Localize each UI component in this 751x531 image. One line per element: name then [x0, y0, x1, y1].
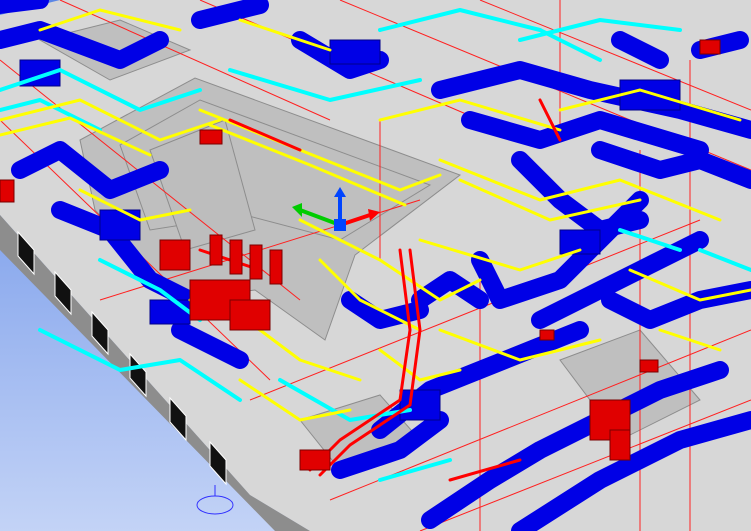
equipment-block[interactable] [699, 39, 721, 55]
equipment-block[interactable] [249, 244, 263, 280]
equipment-block[interactable] [209, 234, 223, 266]
hvac-duct[interactable] [0, 0, 49, 14]
equipment-block[interactable] [299, 449, 331, 471]
hvac-duct-section[interactable] [149, 299, 191, 325]
hvac-duct-section[interactable] [329, 39, 381, 65]
equipment-block[interactable] [539, 329, 555, 341]
hvac-duct-section[interactable] [619, 79, 681, 111]
hvac-duct-section[interactable] [399, 389, 441, 421]
equipment-block[interactable] [269, 249, 283, 285]
gizmo-center-handle[interactable] [334, 219, 346, 231]
hvac-duct-section[interactable] [99, 209, 141, 241]
equipment-block[interactable] [159, 239, 191, 271]
equipment-block[interactable] [199, 129, 223, 145]
3d-model-viewport[interactable] [0, 0, 751, 531]
equipment-block[interactable] [609, 429, 631, 461]
equipment-block[interactable] [229, 239, 243, 275]
equipment-block[interactable] [0, 179, 15, 203]
equipment-block[interactable] [229, 299, 271, 331]
mep-model-scene[interactable] [0, 0, 751, 531]
equipment-block[interactable] [639, 359, 659, 373]
